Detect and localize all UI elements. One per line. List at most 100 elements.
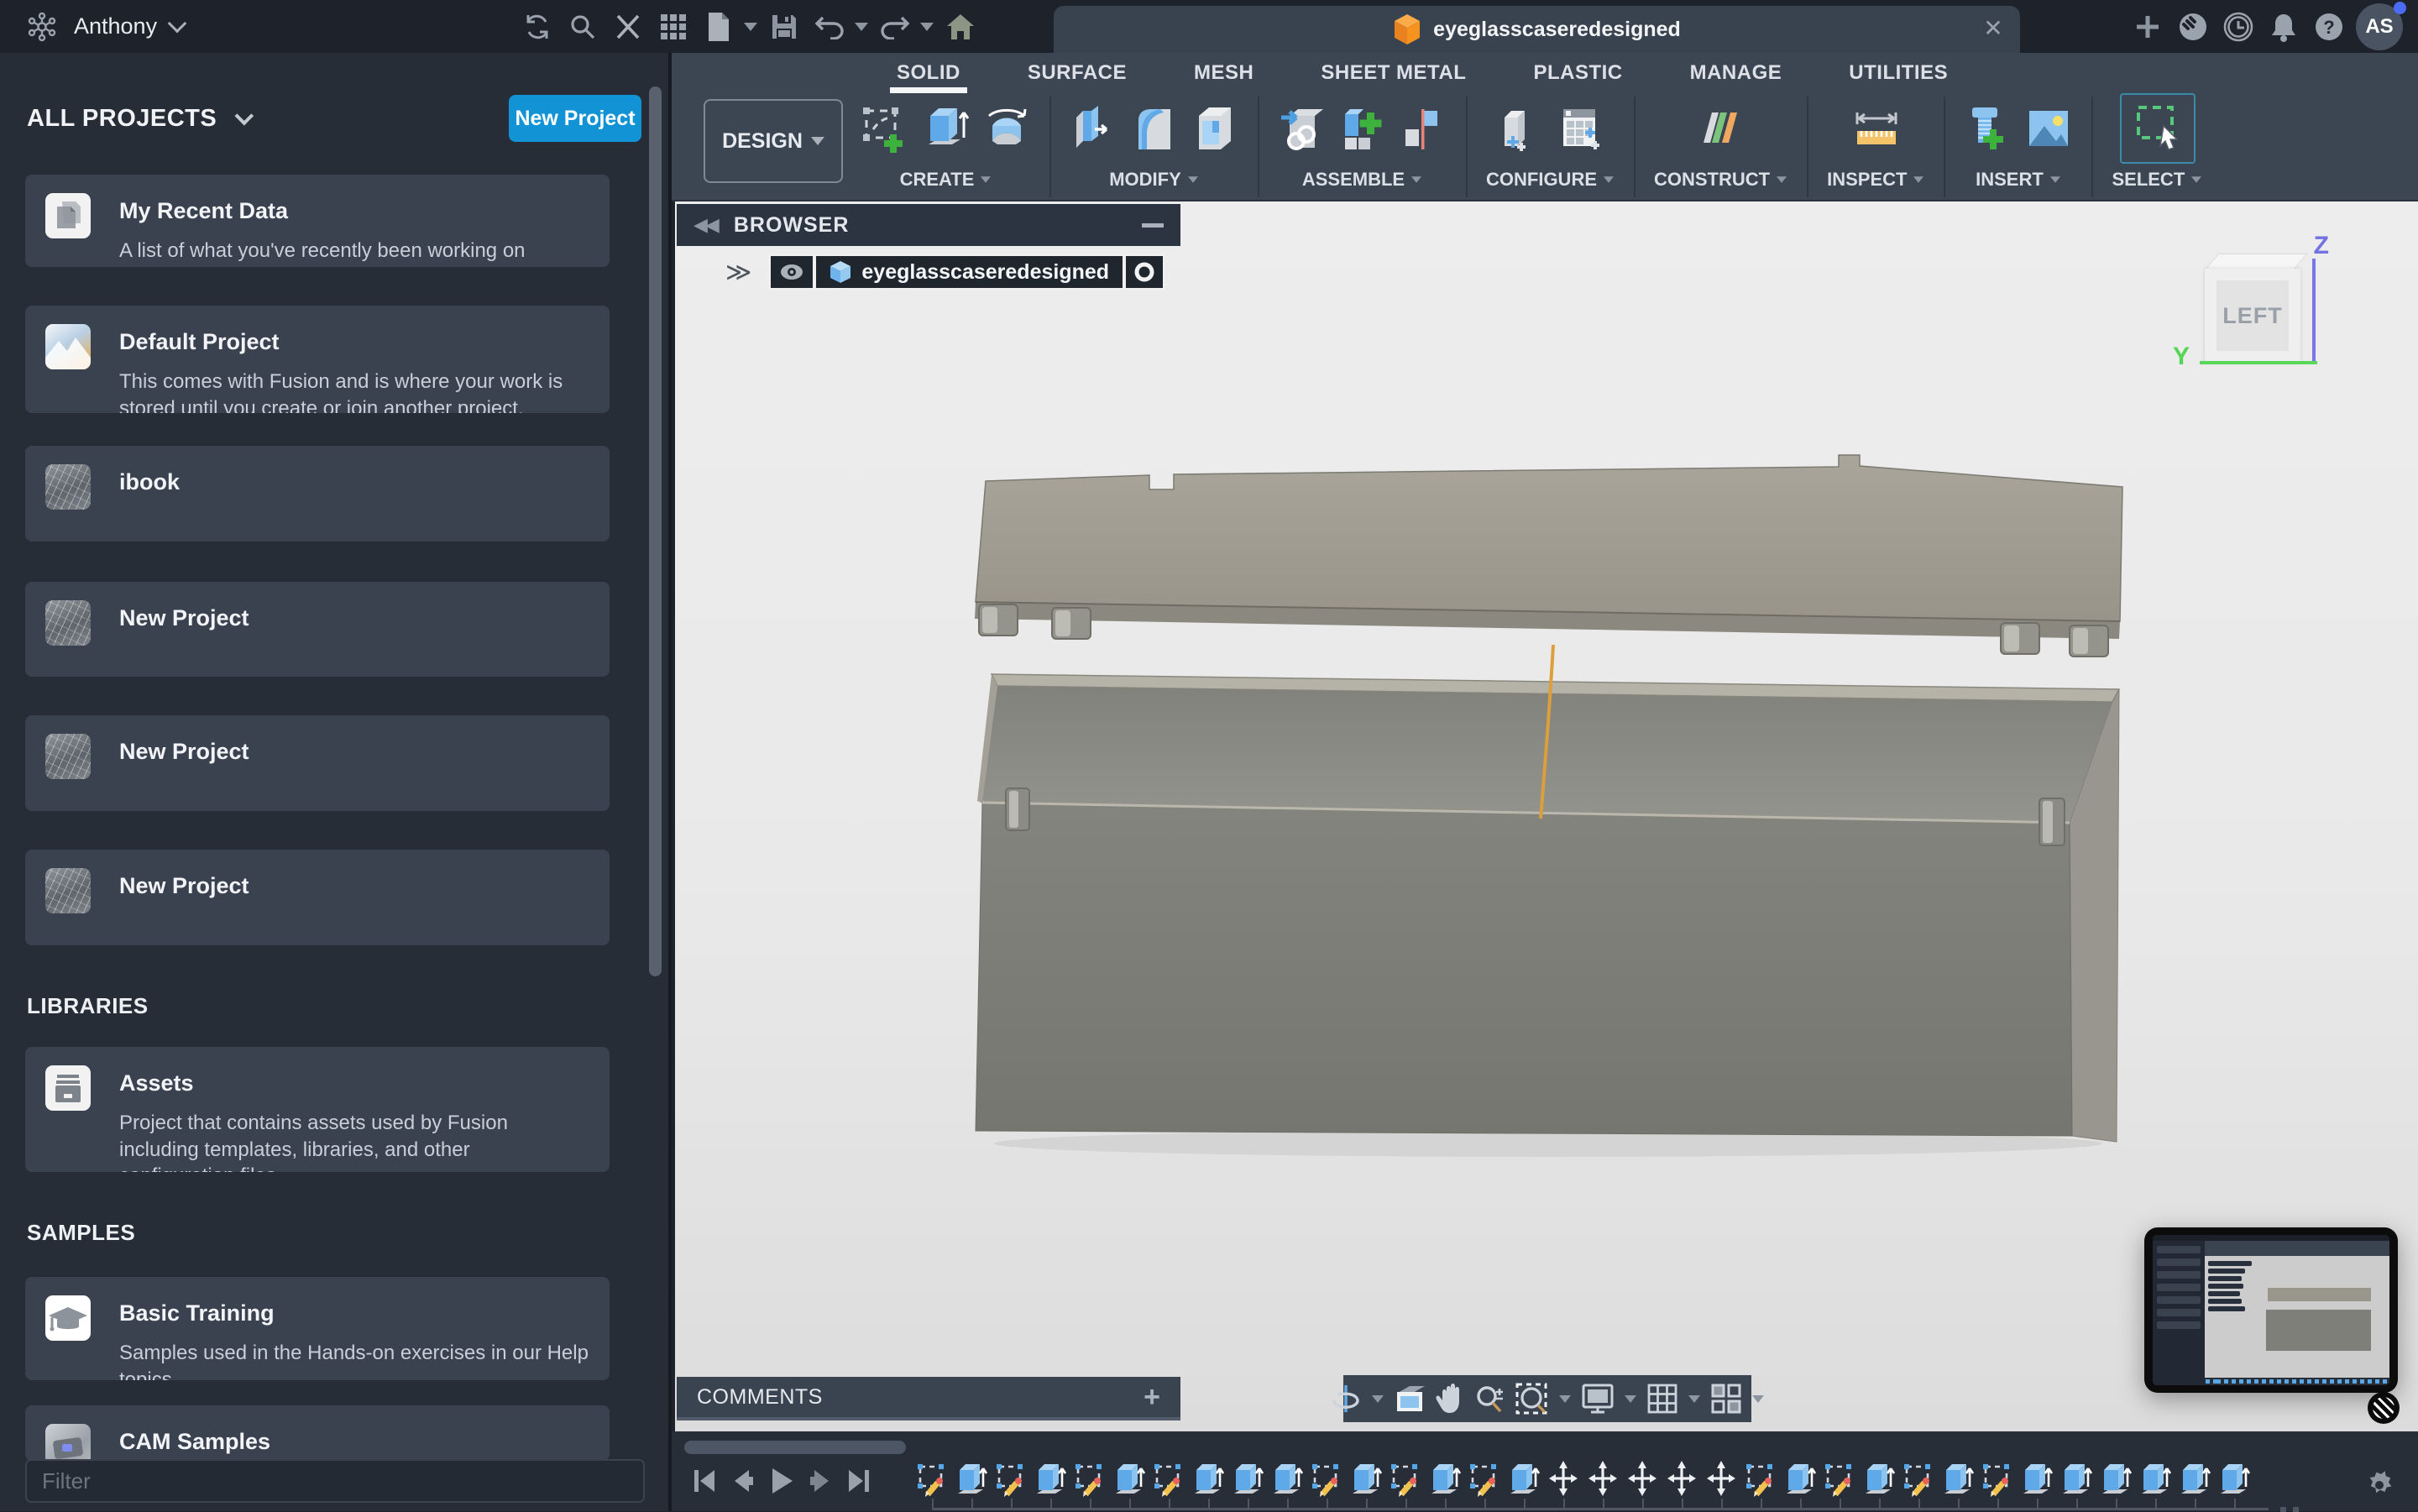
- insert-fastener-icon[interactable]: [1964, 104, 2012, 153]
- group-construct-label[interactable]: CONSTRUCT: [1654, 169, 1770, 191]
- home-icon[interactable]: [942, 8, 979, 45]
- timeline-scrollbar[interactable]: [684, 1441, 906, 1454]
- search-icon[interactable]: [564, 8, 601, 45]
- joint-icon[interactable]: [1338, 104, 1387, 153]
- browser-panel-header[interactable]: ◀◀ BROWSER: [677, 204, 1180, 246]
- assemble-caret-icon[interactable]: [1411, 176, 1421, 183]
- construct-caret-icon[interactable]: [1777, 176, 1787, 183]
- orbit-icon[interactable]: [1329, 1382, 1363, 1415]
- recording-badge-icon[interactable]: [2368, 1392, 2400, 1424]
- pan-icon[interactable]: [1434, 1382, 1466, 1415]
- timeline-feature-move[interactable]: [1586, 1460, 1620, 1497]
- timeline-feature-move[interactable]: [1625, 1460, 1659, 1497]
- display-caret-icon[interactable]: [1625, 1395, 1636, 1403]
- inspect-caret-icon[interactable]: [1913, 176, 1923, 183]
- timeline-feature-move[interactable]: [1547, 1460, 1580, 1497]
- grid-icon[interactable]: [1646, 1382, 1679, 1415]
- view-cube[interactable]: Z LEFT Y: [2181, 235, 2366, 403]
- insert-image-icon[interactable]: [2024, 104, 2073, 153]
- browser-root-item[interactable]: eyeglasscaseredesigned: [816, 256, 1123, 288]
- configuration-table-icon[interactable]: [1557, 104, 1605, 153]
- timeline-feature-sketch[interactable]: [1073, 1460, 1107, 1497]
- projects-chevron-icon[interactable]: [235, 107, 254, 126]
- project-card-new-project-1[interactable]: New Project: [25, 582, 610, 677]
- fillet-icon[interactable]: [1130, 104, 1179, 153]
- fit-caret-icon[interactable]: [1559, 1395, 1571, 1403]
- display-settings-icon[interactable]: [1580, 1382, 1615, 1415]
- timeline-settings-gear-icon[interactable]: [2363, 1468, 2396, 1506]
- avatar[interactable]: AS: [2356, 3, 2403, 50]
- new-project-button[interactable]: New Project: [509, 95, 641, 142]
- tab-mesh[interactable]: MESH: [1187, 53, 1260, 93]
- redo-caret-icon[interactable]: [920, 23, 934, 31]
- tab-plastic[interactable]: PLASTIC: [1526, 53, 1629, 93]
- go-to-start-icon[interactable]: [690, 1465, 719, 1497]
- history-clock-icon[interactable]: [2220, 8, 2257, 45]
- project-card-ibook[interactable]: ibook: [25, 446, 610, 541]
- timeline-feature-sketch[interactable]: [1981, 1460, 2014, 1497]
- look-at-icon[interactable]: [1393, 1383, 1426, 1415]
- timeline-feature-sketch[interactable]: [1468, 1460, 1501, 1497]
- timeline-feature-sketch[interactable]: [915, 1460, 949, 1497]
- sample-card-cam-samples[interactable]: CAM Samples: [25, 1405, 610, 1461]
- group-modify-label[interactable]: MODIFY: [1109, 169, 1181, 191]
- sync-icon[interactable]: [519, 8, 556, 45]
- project-card-default-project[interactable]: Default Project This comes with Fusion a…: [25, 306, 610, 413]
- step-back-icon[interactable]: [729, 1465, 757, 1497]
- redo-icon[interactable]: [877, 8, 913, 45]
- minimize-panel-icon[interactable]: [1142, 223, 1164, 228]
- view-cube-left-face[interactable]: LEFT: [2205, 269, 2300, 363]
- tab-sheet-metal[interactable]: SHEET METAL: [1314, 53, 1473, 93]
- select-icon[interactable]: [2120, 93, 2196, 164]
- group-configure-label[interactable]: CONFIGURE: [1486, 169, 1597, 191]
- group-assemble-label[interactable]: ASSEMBLE: [1302, 169, 1405, 191]
- timeline-feature-extrude[interactable]: [1349, 1460, 1383, 1497]
- browser-root-row[interactable]: ≫ eyeglasscaseredesigned: [725, 254, 1165, 290]
- app-grid-icon[interactable]: [655, 8, 692, 45]
- user-menu-chevron-icon[interactable]: [168, 13, 187, 33]
- timeline-feature-extrude[interactable]: [2138, 1460, 2172, 1497]
- align-icon[interactable]: [1399, 104, 1447, 153]
- collapse-panel-icon[interactable]: ◀◀: [693, 214, 717, 236]
- viewports-caret-icon[interactable]: [1752, 1395, 1764, 1403]
- undo-icon[interactable]: [811, 8, 848, 45]
- screen-share-preview[interactable]: [2144, 1227, 2398, 1393]
- press-pull-icon[interactable]: [1070, 104, 1118, 153]
- timeline-feature-extrude[interactable]: [2217, 1460, 2251, 1497]
- username[interactable]: Anthony: [74, 13, 157, 39]
- timeline-feature-move[interactable]: [1665, 1460, 1698, 1497]
- timeline-feature-extrude[interactable]: [1034, 1460, 1067, 1497]
- timeline-feature-extrude[interactable]: [2059, 1460, 2093, 1497]
- library-card-assets[interactable]: Assets Project that contains assets used…: [25, 1047, 610, 1172]
- workspace-selector-button[interactable]: DESIGN: [704, 99, 843, 183]
- play-icon[interactable]: [767, 1465, 796, 1497]
- timeline-feature-extrude[interactable]: [955, 1460, 988, 1497]
- sidebar-scrollbar[interactable]: [649, 86, 662, 976]
- timeline-feature-extrude[interactable]: [2020, 1460, 2054, 1497]
- create-caret-icon[interactable]: [981, 176, 991, 183]
- activate-component-radio[interactable]: [1126, 256, 1163, 288]
- timeline-feature-sketch[interactable]: [994, 1460, 1028, 1497]
- timeline-feature-sketch[interactable]: [1744, 1460, 1777, 1497]
- construction-plane-icon[interactable]: [1697, 104, 1745, 153]
- help-icon[interactable]: ?: [2311, 8, 2347, 45]
- file-menu-caret-icon[interactable]: [744, 23, 757, 31]
- timeline-feature-extrude[interactable]: [1783, 1460, 1817, 1497]
- grid-caret-icon[interactable]: [1688, 1395, 1700, 1403]
- create-sketch-icon[interactable]: [861, 104, 910, 153]
- insert-derive-icon[interactable]: [1278, 104, 1327, 153]
- timeline-feature-extrude[interactable]: [1112, 1460, 1146, 1497]
- timeline-feature-extrude[interactable]: [1270, 1460, 1304, 1497]
- project-card-new-project-2[interactable]: New Project: [25, 715, 610, 811]
- timeline-feature-extrude[interactable]: [1428, 1460, 1462, 1497]
- group-insert-label[interactable]: INSERT: [1976, 169, 2044, 191]
- new-tab-icon[interactable]: [2129, 8, 2166, 45]
- configure-icon[interactable]: [1496, 104, 1545, 153]
- shell-icon[interactable]: [1191, 104, 1239, 153]
- close-document-icon[interactable]: [610, 8, 646, 45]
- tab-close-icon[interactable]: ✕: [1981, 18, 2005, 41]
- sample-card-basic-training[interactable]: Basic Training Samples used in the Hands…: [25, 1277, 610, 1380]
- extensions-icon[interactable]: [2175, 8, 2211, 45]
- comments-bar[interactable]: COMMENTS +: [677, 1377, 1180, 1420]
- timeline-feature-move[interactable]: [1704, 1460, 1738, 1497]
